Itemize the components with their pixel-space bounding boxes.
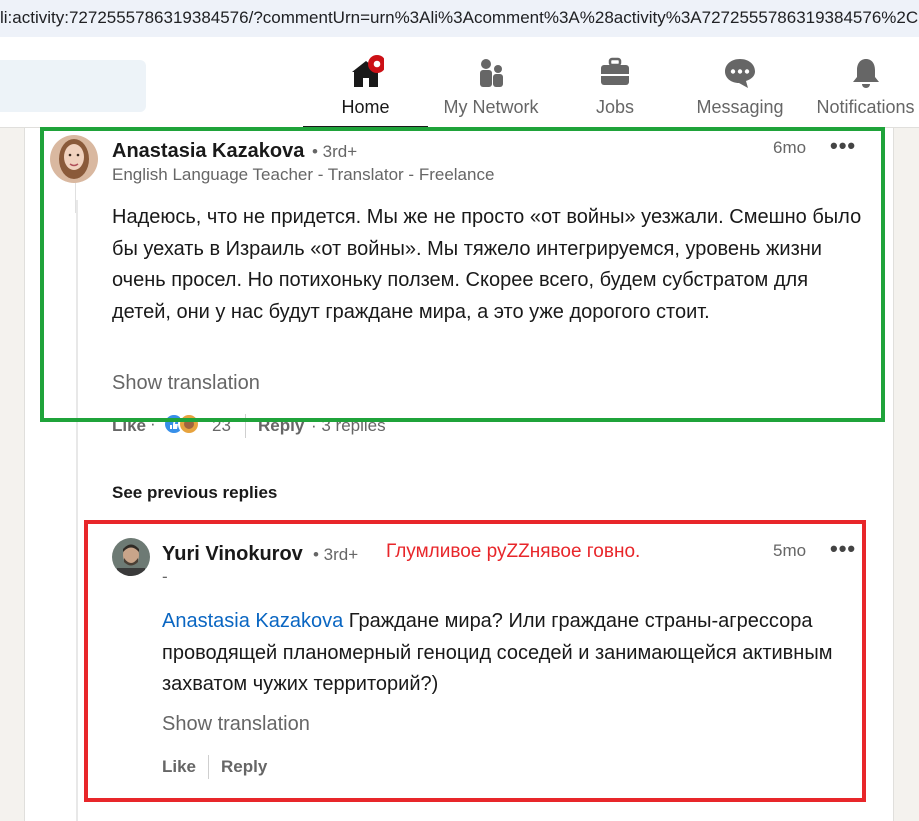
comment-reply-button[interactable]: Reply [258,416,304,436]
nav-label-messaging: Messaging [696,97,784,117]
comment-reaction-count[interactable]: 23 [212,416,231,436]
bell-icon [852,59,879,88]
avatar-anastasia[interactable] [50,135,98,183]
comment-action-dot: · [150,414,156,433]
reply-author-headline: - [162,567,168,586]
see-previous-replies-link[interactable]: See previous replies [112,483,277,503]
comment-text: Надеюсь, что не придется. Мы же не прост… [112,206,862,323]
thread-line [76,200,78,821]
nav-item-my-network[interactable]: My Network [436,40,546,127]
action-separator [245,414,246,438]
reply-mention-link[interactable]: Anastasia Kazakova [162,610,343,632]
search-input[interactable] [0,60,146,112]
avatar-photo-icon [50,135,98,183]
comment-like-button[interactable]: Like [112,416,146,436]
nav-label-notifications: Notifications [816,97,915,117]
comment-more-options-icon[interactable]: ••• [830,133,856,159]
home-icon [351,55,384,87]
red-annotation-text: Глумливое руZZнявое говно. [386,541,641,562]
people-icon [480,59,503,87]
url-text[interactable]: li:activity:7272555786319384576/?comment… [0,8,918,28]
nav-label-home: Home [341,97,390,117]
address-field[interactable]: li:activity:7272555786319384576/?comment… [0,0,919,37]
reply-author-name[interactable]: Yuri Vinokurov [162,543,303,566]
comment-show-translation-button[interactable]: Show translation [112,372,260,395]
nav-label-jobs: Jobs [595,97,635,117]
nav-item-home[interactable]: Home [303,40,428,128]
avatar-photo-icon [112,538,150,576]
comment-author-name[interactable]: Anastasia Kazakova [112,140,304,163]
chat-icon [725,59,755,88]
global-nav: Home My Network Jobs Messaging Notificat… [0,40,919,128]
reply-like-button[interactable]: Like [162,757,196,777]
reply-author-degree: • 3rd+ [313,545,359,564]
reply-more-options-icon[interactable]: ••• [830,536,856,562]
comment-timestamp: 6mo [773,138,807,157]
action-separator [208,755,209,779]
briefcase-icon [601,57,629,85]
comment-author-degree: • 3rd+ [312,142,358,161]
avatar-yuri[interactable] [112,538,150,576]
reply-text: Anastasia Kazakova Граждане мира? Или гр… [162,606,882,701]
nav-item-messaging[interactable]: Messaging [690,40,790,127]
reply-show-translation-button[interactable]: Show translation [162,713,310,736]
nav-item-jobs[interactable]: Jobs [575,40,655,127]
comment-replies-count[interactable]: · 3 replies [311,416,386,436]
reply-timestamp: 5mo [773,541,807,560]
reply-reply-button[interactable]: Reply [221,757,267,777]
browser-url-bar[interactable]: li:activity:7272555786319384576/?comment… [0,0,919,41]
reactions-icon[interactable] [162,412,206,436]
nav-item-notifications[interactable]: Notifications [812,40,919,127]
nav-label-my-network: My Network [443,97,539,117]
comment-author-headline: English Language Teacher - Translator - … [112,165,495,184]
